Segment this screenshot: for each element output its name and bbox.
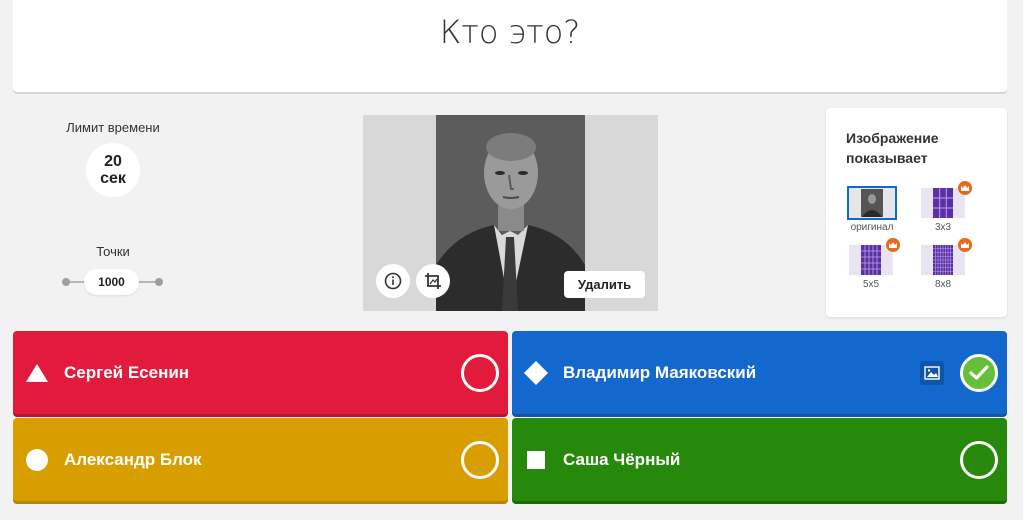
mark-correct-toggle[interactable] <box>960 440 998 479</box>
mark-correct-toggle[interactable] <box>461 353 499 392</box>
portrait-image <box>436 115 585 311</box>
points-slider-max[interactable] <box>155 278 163 286</box>
answer-option-3[interactable]: Александр Блок <box>13 418 508 501</box>
reveal-option-8x8[interactable] <box>921 245 965 275</box>
image-reveal-title-line2: показывает <box>846 150 928 166</box>
image-info-button[interactable] <box>376 264 410 298</box>
grid-8x8-thumbnail <box>921 245 965 275</box>
question-photo <box>436 115 585 311</box>
add-answer-image-button[interactable] <box>920 360 944 385</box>
points-label: Точки <box>96 244 130 259</box>
triangle-icon <box>26 363 48 382</box>
answer-option-1[interactable]: Сергей Есенин <box>13 331 508 414</box>
reveal-option-original[interactable] <box>847 186 897 220</box>
square-icon <box>527 450 545 469</box>
reveal-option-3x3[interactable] <box>921 188 965 218</box>
image-icon <box>924 365 940 380</box>
mark-correct-toggle[interactable] <box>461 440 499 479</box>
checkmark-icon <box>969 364 989 380</box>
image-reveal-panel: Изображение показывает оригинал 3x3 5x5 … <box>826 108 1007 317</box>
reveal-option-5x5[interactable] <box>849 245 893 275</box>
crop-icon <box>425 273 441 289</box>
question-title[interactable]: Кто это? <box>440 13 581 51</box>
diamond-icon <box>524 360 548 385</box>
original-thumbnail <box>849 188 895 218</box>
question-box[interactable]: Кто это? <box>13 0 1007 92</box>
image-reveal-title: Изображение показывает <box>846 128 939 168</box>
answer-option-4[interactable]: Саша Чёрный <box>512 418 1007 501</box>
grid-5x5-thumbnail <box>849 245 893 275</box>
info-icon <box>384 272 402 290</box>
reveal-option-3x3-label: 3x3 <box>934 222 952 233</box>
delete-image-button[interactable]: Удалить <box>564 271 645 298</box>
points-value[interactable]: 1000 <box>84 269 139 295</box>
reveal-option-5x5-label: 5x5 <box>862 279 880 290</box>
time-limit-value: 20 <box>104 153 122 170</box>
answer-text[interactable]: Владимир Маяковский <box>563 363 756 383</box>
time-limit-unit: сек <box>100 170 126 187</box>
answer-option-2[interactable]: Владимир Маяковский <box>512 331 1007 414</box>
points-slider-min[interactable] <box>62 278 70 286</box>
circle-icon <box>26 448 48 471</box>
reveal-option-original-label: оригинал <box>850 222 894 233</box>
image-crop-button[interactable] <box>416 264 450 298</box>
premium-crown-icon <box>958 238 972 252</box>
premium-crown-icon <box>958 181 972 195</box>
answer-text[interactable]: Саша Чёрный <box>563 450 680 470</box>
premium-crown-icon <box>886 238 900 252</box>
answer-text[interactable]: Александр Блок <box>64 450 202 470</box>
reveal-option-8x8-label: 8x8 <box>934 279 952 290</box>
answer-text[interactable]: Сергей Есенин <box>64 363 189 383</box>
time-limit-selector[interactable]: 20 сек <box>86 143 140 197</box>
time-limit-label: Лимит времени <box>66 120 160 135</box>
question-image-frame: Удалить <box>363 115 658 311</box>
mark-correct-toggle[interactable] <box>960 353 998 392</box>
grid-3x3-thumbnail <box>921 188 965 218</box>
image-reveal-title-line1: Изображение <box>846 130 939 146</box>
